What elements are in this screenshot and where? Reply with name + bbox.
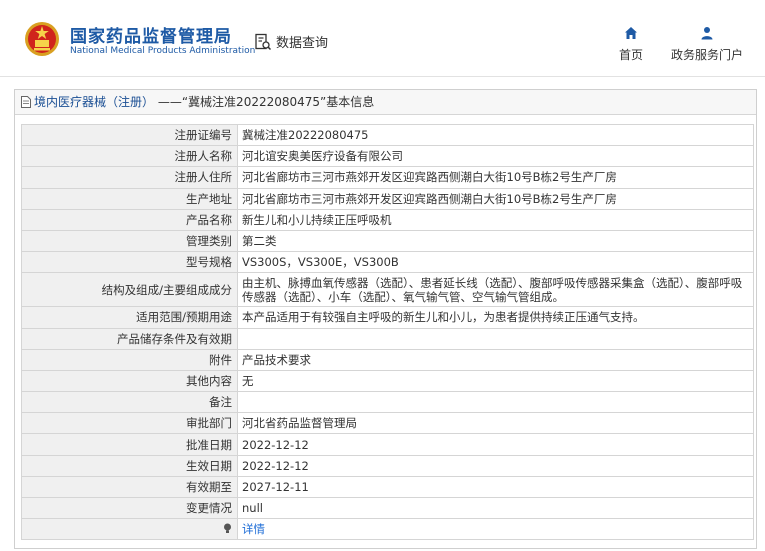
field-label: 备注 <box>21 391 238 414</box>
field-label: 注册人住所 <box>21 166 238 189</box>
table-row: 审批部门 河北省药品监督管理局 <box>21 412 754 435</box>
nav-home-label: 首页 <box>618 48 643 62</box>
user-icon <box>701 27 713 40</box>
field-label: 审批部门 <box>21 412 238 435</box>
detail-cell: 详情 <box>237 518 754 541</box>
field-value: 第二类 <box>237 229 754 253</box>
table-row: 附件 产品技术要求 <box>21 348 754 371</box>
field-value: 河北谊安奥美医疗设备有限公司 <box>237 145 754 168</box>
nav-home[interactable]: 首页 <box>614 26 648 63</box>
field-value: 2022-12-12 <box>237 454 754 477</box>
field-label: 变更情况 <box>21 496 238 520</box>
site-name-cn: 国家药品监督管理局 <box>70 27 232 47</box>
field-label: 生效日期 <box>21 454 238 477</box>
search-document-icon <box>255 33 272 50</box>
nav-gov-label: 政务服务门户 <box>670 48 743 62</box>
home-icon <box>625 27 637 39</box>
field-value: 河北省廊坊市三河市燕郊开发区迎宾路西侧潮白大街10号B栋2号生产厂房 <box>237 166 754 189</box>
data-query-label: 数据查询 <box>276 36 329 51</box>
field-label: 产品储存条件及有效期 <box>21 327 238 350</box>
field-label: 型号规格 <box>21 251 238 274</box>
field-value: 无 <box>237 369 754 393</box>
table-row: 生产地址 河北省廊坊市三河市燕郊开发区迎宾路西侧潮白大街10号B栋2号生产厂房 <box>21 187 754 210</box>
field-value: 产品技术要求 <box>237 348 754 371</box>
table-row: 注册人住所 河北省廊坊市三河市燕郊开发区迎宾路西侧潮白大街10号B栋2号生产厂房 <box>21 166 754 189</box>
data-query-link[interactable]: 数据查询 <box>254 32 328 51</box>
document-icon <box>21 96 31 108</box>
breadcrumb-record-title: “冀械注准20222080475”基本信息 <box>181 95 375 109</box>
field-label: 批准日期 <box>21 433 238 456</box>
table-row: 结构及组成/主要组成成分 由主机、脉搏血氧传感器（选配）、患者延长线（选配）、腹部… <box>21 272 754 308</box>
field-value: 本产品适用于有较强自主呼吸的新生儿和小儿，为患者提供持续正压通气支持。 <box>237 306 754 329</box>
table-row: 产品名称 新生儿和小儿持续正压呼吸机 <box>21 208 754 231</box>
field-label: 附件 <box>21 348 238 371</box>
table-row: 生效日期 2022-12-12 <box>21 454 754 477</box>
field-value: 冀械注准20222080475 <box>237 123 754 147</box>
table-row: 管理类别 第二类 <box>21 229 754 253</box>
record-detail-table: 注册证编号 冀械注准20222080475 注册人名称 河北谊安奥美医疗设备有限公司… <box>21 123 754 541</box>
field-value: 新生儿和小儿持续正压呼吸机 <box>237 208 754 231</box>
field-label: 有效期至 <box>21 475 238 499</box>
table-row: 注册证编号 冀械注准20222080475 <box>21 123 754 147</box>
field-label: 其他内容 <box>21 369 238 393</box>
field-label: 生产地址 <box>21 187 238 210</box>
field-value: 由主机、脉搏血氧传感器（选配）、患者延长线（选配）、腹部呼吸传感器采集盒（选配）… <box>237 272 754 308</box>
field-label: 注册人名称 <box>21 145 238 168</box>
table-row: 其他内容无 <box>21 369 754 393</box>
detail-label-cell <box>21 518 238 541</box>
field-value: null <box>237 496 754 520</box>
national-emblem-logo[interactable] <box>24 21 60 57</box>
table-row: 备注 <box>21 391 754 414</box>
field-value: 河北省药品监督管理局 <box>237 412 754 435</box>
breadcrumb-separator: —— <box>157 95 182 109</box>
bulb-icon <box>224 523 231 534</box>
field-value: 2022-12-12 <box>237 433 754 456</box>
nav-gov-services[interactable]: 政务服务门户 <box>664 26 750 63</box>
field-label: 适用范围/预期用途 <box>21 306 238 329</box>
detail-link[interactable]: 详情 <box>242 522 265 536</box>
field-label: 产品名称 <box>21 208 238 231</box>
field-value: VS300S，VS300E，VS300B <box>237 251 754 274</box>
breadcrumb-category[interactable]: 境内医疗器械（注册） <box>34 95 154 109</box>
field-value: 2027-12-11 <box>237 475 754 499</box>
field-label: 结构及组成/主要组成成分 <box>21 272 238 308</box>
field-label: 管理类别 <box>21 229 238 253</box>
table-row: 适用范围/预期用途 本产品适用于有较强自主呼吸的新生儿和小儿，为患者提供持续正压通… <box>21 306 754 329</box>
table-row: 变更情况 null <box>21 496 754 520</box>
table-row: 详情 <box>21 518 754 541</box>
field-value: 河北省廊坊市三河市燕郊开发区迎宾路西侧潮白大街10号B栋2号生产厂房 <box>237 187 754 210</box>
field-value <box>237 391 754 414</box>
breadcrumb: 境内医疗器械（注册） ——“冀械注准20222080475”基本信息 <box>15 90 756 115</box>
field-value <box>237 327 754 350</box>
table-row: 注册人名称 河北谊安奥美医疗设备有限公司 <box>21 145 754 168</box>
table-row: 产品储存条件及有效期 <box>21 327 754 350</box>
table-row: 型号规格 VS300S，VS300E，VS300B <box>21 251 754 274</box>
record-panel: 境内医疗器械（注册） ——“冀械注准20222080475”基本信息 注册证编号… <box>14 89 757 549</box>
site-header: 国家药品监督管理局 National Medical Products Admi… <box>0 0 765 77</box>
table-row: 批准日期 2022-12-12 <box>21 433 754 456</box>
field-label: 注册证编号 <box>21 123 238 147</box>
site-name-en: National Medical Products Administration <box>70 46 256 56</box>
table-row: 有效期至 2027-12-11 <box>21 475 754 499</box>
